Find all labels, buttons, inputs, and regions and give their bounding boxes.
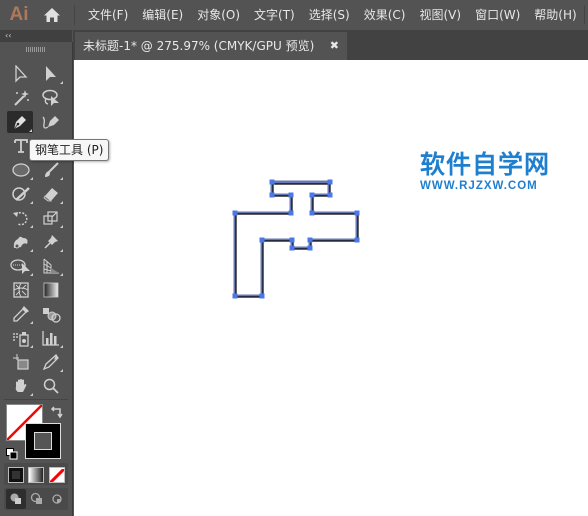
anchor-point[interactable] bbox=[259, 237, 265, 243]
selected-path[interactable] bbox=[0, 0, 588, 516]
faucet-path-group[interactable] bbox=[233, 180, 359, 298]
tooltip: 钢笔工具 (P) bbox=[29, 139, 110, 161]
anchor-point[interactable] bbox=[288, 192, 294, 198]
anchor-point[interactable] bbox=[309, 210, 315, 216]
anchor-point[interactable] bbox=[327, 179, 333, 185]
watermark-url: WWW.RJZXW.COM bbox=[420, 180, 538, 192]
anchor-point[interactable] bbox=[307, 237, 313, 243]
anchor-point[interactable] bbox=[232, 210, 238, 216]
anchor-point[interactable] bbox=[259, 293, 265, 299]
anchor-point[interactable] bbox=[232, 293, 238, 299]
anchor-point[interactable] bbox=[288, 210, 294, 216]
watermark-title: 软件自学网 bbox=[420, 150, 551, 179]
anchor-point[interactable] bbox=[327, 192, 333, 198]
path-selection-outline bbox=[233, 180, 359, 298]
path-stroke bbox=[235, 183, 359, 298]
anchor-point[interactable] bbox=[289, 245, 295, 251]
watermark: 软件自学网 WWW.RJZXW.COM bbox=[420, 150, 550, 192]
anchor-point[interactable] bbox=[269, 179, 275, 185]
anchor-point[interactable] bbox=[289, 237, 295, 243]
anchor-point[interactable] bbox=[269, 192, 275, 198]
anchor-point[interactable] bbox=[307, 245, 313, 251]
anchor-point[interactable] bbox=[354, 237, 360, 243]
anchor-point[interactable] bbox=[354, 210, 360, 216]
anchor-point[interactable] bbox=[309, 192, 315, 198]
